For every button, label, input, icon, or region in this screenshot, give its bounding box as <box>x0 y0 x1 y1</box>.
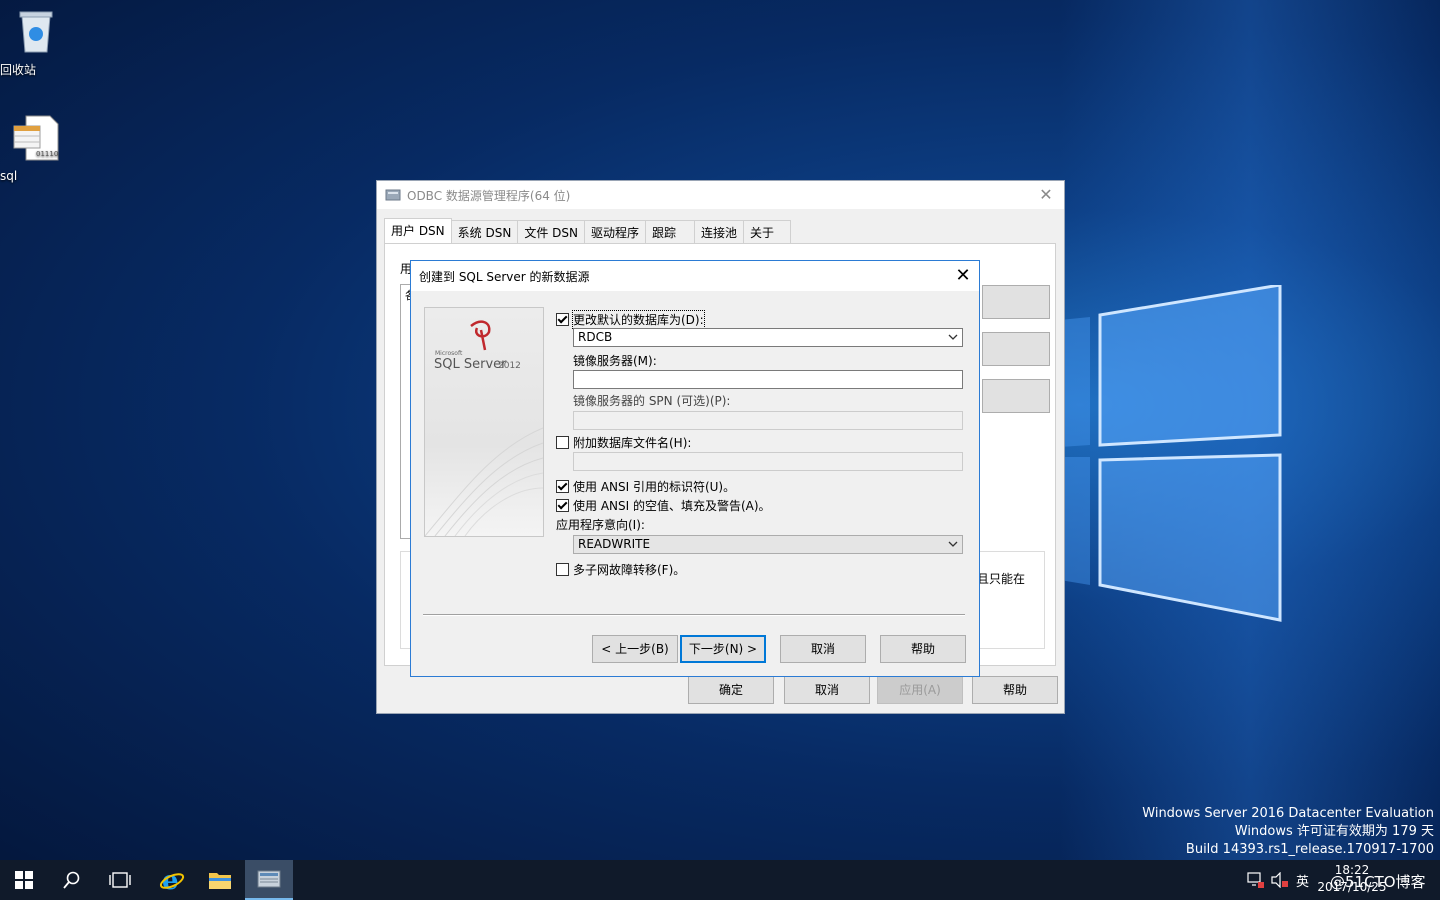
tab-user-dsn[interactable]: 用户 DSN <box>384 218 452 243</box>
mirror-server-input[interactable] <box>573 370 963 389</box>
ansi-quoted-checkbox[interactable]: 使用 ANSI 引用的标识符(U)。 <box>556 478 735 495</box>
desktop-icon-recycle-bin[interactable]: 回收站 <box>0 8 72 77</box>
tab-file-dsn[interactable]: 文件 DSN <box>517 220 585 243</box>
odbc-title-bar[interactable]: ODBC 数据源管理程序(64 位) <box>377 181 1064 209</box>
svg-text:01110: 01110 <box>36 150 58 158</box>
folder-icon <box>209 873 231 889</box>
mirror-spn-input[interactable] <box>573 411 963 430</box>
add-button[interactable] <box>982 285 1050 319</box>
mirror-server-label: 镜像服务器(M): <box>573 354 657 368</box>
dialog-title: 创建到 SQL Server 的新数据源 <box>419 269 590 284</box>
task-view-icon <box>109 872 131 888</box>
close-icon[interactable]: ✕ <box>951 264 975 288</box>
apply-button[interactable]: 应用(A) <box>877 676 963 704</box>
attach-db-checkbox[interactable]: 附加数据库文件名(H): <box>556 434 691 451</box>
checkbox-label: 附加数据库文件名(H): <box>573 436 692 450</box>
cancel-button[interactable]: 取消 <box>780 635 866 663</box>
tab-tracing[interactable]: 跟踪 <box>644 220 695 243</box>
ansi-nulls-checkbox[interactable]: 使用 ANSI 的空值、填充及警告(A)。 <box>556 497 771 514</box>
odbc-app-icon <box>257 870 281 888</box>
dialog-separator <box>423 614 965 616</box>
app-intent-combobox[interactable]: READWRITE <box>573 535 963 554</box>
desktop-icon-sql[interactable]: 01110 sql <box>0 114 72 183</box>
task-view-button[interactable] <box>96 860 144 900</box>
checkbox-box[interactable] <box>556 480 569 493</box>
remove-button[interactable] <box>982 332 1050 366</box>
logo-brand: Microsoft <box>435 350 463 357</box>
database-value: RDCB <box>578 330 613 344</box>
database-combobox[interactable]: RDCB <box>573 328 963 347</box>
odbc-title: ODBC 数据源管理程序(64 位) <box>407 188 571 203</box>
search-icon <box>63 871 80 889</box>
network-icon <box>1247 872 1264 888</box>
data-file-icon: 01110 <box>13 115 59 161</box>
watermark-overlay-text: @51CTO博客 <box>1330 873 1426 891</box>
ok-button[interactable]: 确定 <box>688 676 774 704</box>
watermark-line: Windows 许可证有效期为 179 天 <box>1234 824 1434 839</box>
help-button[interactable]: 帮助 <box>880 635 966 663</box>
tab-connection-pool[interactable]: 连接池 <box>694 220 745 243</box>
dialog-title-bar[interactable]: 创建到 SQL Server 的新数据源 <box>411 261 979 291</box>
volume-status[interactable] <box>1271 860 1289 900</box>
network-status[interactable] <box>1247 860 1265 900</box>
configure-button[interactable] <box>982 379 1050 413</box>
search-button[interactable] <box>48 860 96 900</box>
next-button[interactable]: 下一步(N) > <box>680 635 766 663</box>
watermark-line: Windows Server 2016 Datacenter Evaluatio… <box>1142 806 1434 821</box>
windows-evaluation-watermark: Windows Server 2016 Datacenter Evaluatio… <box>1142 805 1434 859</box>
taskbar-file-explorer[interactable] <box>196 860 244 900</box>
taskbar: e 英 <box>0 860 1440 900</box>
sql-server-logo-icon <box>425 320 543 536</box>
odbc-tab-strip: 用户 DSN 系统 DSN 文件 DSN 驱动程序 跟踪 连接池 关于 <box>384 218 792 243</box>
close-icon[interactable]: ✕ <box>1036 185 1056 205</box>
desktop-icon-label: sql <box>0 169 18 183</box>
checkbox-box[interactable] <box>556 563 569 576</box>
checkbox-box[interactable] <box>556 313 569 326</box>
logo-version: 2012 <box>498 361 521 371</box>
checkbox-label: 使用 ANSI 的空值、填充及警告(A)。 <box>573 499 771 513</box>
taskbar-odbc-admin[interactable] <box>245 860 293 900</box>
sql-server-dsn-dialog: 创建到 SQL Server 的新数据源 ✕ Microsoft SQL Ser… <box>410 260 980 677</box>
tab-drivers[interactable]: 驱动程序 <box>583 220 646 243</box>
chevron-down-icon <box>948 334 958 340</box>
checkbox-label: 使用 ANSI 引用的标识符(U)。 <box>573 480 736 494</box>
app-intent-label: 应用程序意向(I): <box>556 518 645 532</box>
tab-system-dsn[interactable]: 系统 DSN <box>450 220 519 243</box>
tab-about[interactable]: 关于 <box>743 220 792 243</box>
app-intent-value: READWRITE <box>578 537 651 551</box>
change-default-db-checkbox[interactable]: 更改默认的数据库为(D): <box>556 310 705 329</box>
checkbox-label: 更改默认的数据库为(D): <box>572 310 705 329</box>
watermark-line: Build 14393.rs1_release.170917-1700 <box>1185 842 1434 857</box>
description-text: 且只能在 <box>977 572 1026 586</box>
taskbar-internet-explorer[interactable]: e <box>148 860 196 900</box>
logo-text: SQL Server <box>434 357 507 372</box>
chevron-down-icon <box>948 541 958 547</box>
mirror-spn-label: 镜像服务器的 SPN (可选)(P): <box>573 394 731 408</box>
help-button[interactable]: 帮助 <box>972 676 1058 704</box>
speaker-muted-icon <box>1271 872 1288 888</box>
recycle-bin-icon <box>19 11 53 53</box>
internet-explorer-icon: e <box>159 867 185 893</box>
cancel-button[interactable]: 取消 <box>784 676 870 704</box>
attach-db-input[interactable] <box>573 452 963 471</box>
windows-logo-wallpaper <box>1060 285 1282 622</box>
start-button[interactable] <box>0 860 48 900</box>
checkbox-label: 多子网故障转移(F)。 <box>573 563 686 577</box>
back-button[interactable]: < 上一步(B) <box>592 635 678 663</box>
windows-start-icon <box>15 871 33 889</box>
multi-subnet-checkbox[interactable]: 多子网故障转移(F)。 <box>556 561 685 578</box>
sql-server-logo-panel: Microsoft SQL Server 2012 <box>424 307 544 537</box>
ime-indicator[interactable]: 英 <box>1296 860 1309 900</box>
desktop-icon-label: 回收站 <box>0 63 37 77</box>
odbc-app-icon <box>385 189 401 201</box>
checkbox-box[interactable] <box>556 436 569 449</box>
checkbox-box[interactable] <box>556 499 569 512</box>
